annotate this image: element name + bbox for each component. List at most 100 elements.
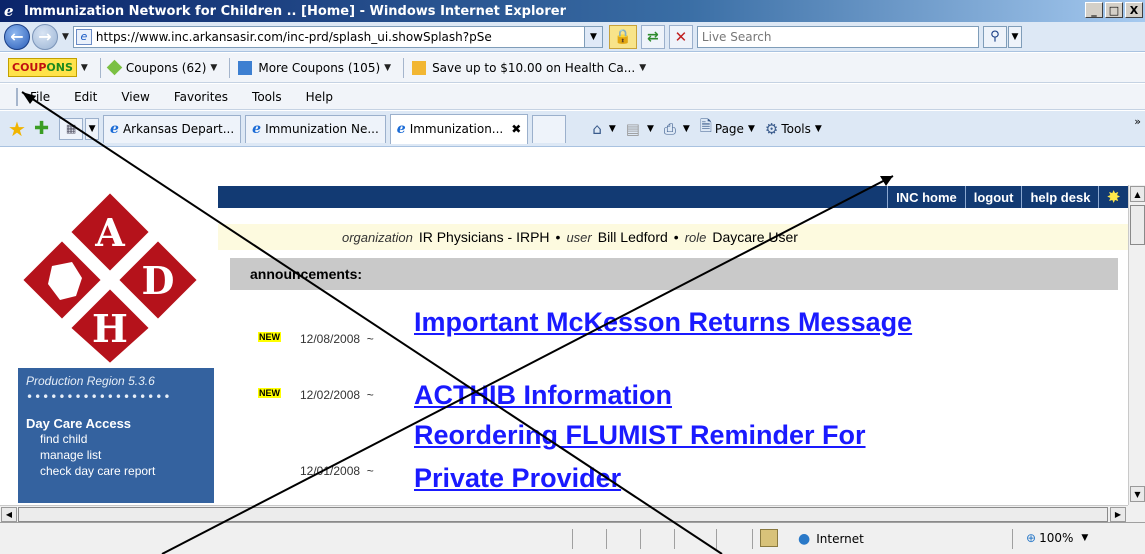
region-label: Production Region 5.3.6 [26,374,155,388]
chevron-down-icon: ▼ [639,62,647,73]
chevron-down-icon: ▼ [80,62,88,73]
address-toolbar: ← → ▼ e https://www.inc.arkansasir.com/i… [0,22,1145,52]
toolbar-separator [99,57,101,78]
zoom-level[interactable]: ⊕ 100% ▼ [1026,531,1088,545]
announcement-link-acthib[interactable]: ACTHIB Information [414,378,672,412]
coupons-button[interactable]: Coupons (62) ▼ [106,59,222,76]
more-coupons-label: More Coupons (105) [258,60,381,75]
tab-list-dropdown-icon[interactable]: ▼ [85,117,100,140]
scroll-left-arrow-icon[interactable]: ◀ [1,507,17,522]
menu-view[interactable]: View [121,90,149,104]
home-icon: ⌂ [592,119,602,138]
user-value: Bill Ledford [597,229,668,245]
organization-label: organization [342,229,413,245]
search-options-dropdown-icon[interactable]: ▼ [1007,25,1022,48]
toolbar-grip[interactable] [16,88,18,106]
adh-logo: A D H [18,188,214,366]
feeds-button[interactable]: ▤ ▼ [626,120,654,138]
tools-menu-button[interactable]: ⚙ Tools ▼ [765,120,822,138]
scroll-down-arrow-icon[interactable]: ▼ [1130,486,1145,502]
tools-menu-label: Tools [781,121,811,136]
protected-mode-icon[interactable] [760,529,778,547]
blue-tag-icon [238,60,253,75]
nav-logout[interactable]: logout [964,186,1022,208]
close-tab-icon[interactable]: ✖ [511,122,521,136]
address-input[interactable]: e https://www.inc.arkansasir.com/inc-prd… [72,25,603,48]
scroll-right-arrow-icon[interactable]: ▶ [1110,507,1126,522]
announcement-link-flumist-line2[interactable]: Private Provider [414,461,621,495]
window-title-bar: e Immunization Network for Children .. [… [0,0,1145,22]
menu-help[interactable]: Help [306,90,333,104]
menu-bar: File Edit View Favorites Tools Help [0,84,1145,110]
tab-arkansas-department[interactable]: e Arkansas Depart... [103,114,242,143]
menu-file[interactable]: File [30,90,50,104]
vertical-scroll-thumb[interactable] [1130,205,1145,245]
coupons-logo-button[interactable]: COUPONS ▼ [8,58,92,77]
announcements-header: announcements: [230,258,1118,290]
zoom-magnifier-icon: ⊕ [1026,531,1037,545]
nav-inc-home[interactable]: INC home [887,186,965,208]
sidebar: Production Region 5.3.6 ••••••••••••••••… [18,368,214,503]
status-divider [716,529,717,549]
yellow-tag-icon [412,60,427,75]
user-info-bar: organization IR Physicians - IRPH • user… [218,224,1128,250]
tab-bar: ★ ✚ ▦ ▼ e Arkansas Depart... e Immunizat… [0,111,1145,147]
forward-button[interactable]: → [32,23,58,50]
home-button[interactable]: ⌂ ▼ [592,120,615,138]
coupons-label: Coupons (62) [125,60,207,75]
stop-button[interactable]: ✕ [668,24,693,49]
favorites-star-icon[interactable]: ★ [8,117,26,141]
add-favorites-icon[interactable]: ✚ [34,118,49,139]
close-button[interactable]: X [1125,2,1143,18]
coupons-toolbar: COUPONS ▼ Coupons (62) ▼ More Coupons (1… [0,53,1145,83]
lightbulb-icon[interactable]: ✸ [1098,186,1128,208]
horizontal-scroll-thumb[interactable] [18,507,1108,522]
tab-immunization-network[interactable]: e Immunization Ne... [245,114,386,143]
search-icon[interactable]: ⚲ [982,25,1007,48]
toolbar-overflow-icon[interactable]: » [1134,115,1141,128]
sidebar-link-find-child[interactable]: find child [40,432,87,446]
tab-immunization-active[interactable]: e Immunization... ✖ [389,113,529,144]
arrowhead-icon [880,176,893,186]
refresh-button[interactable]: ⇄ [640,24,665,49]
quick-tabs-icon[interactable]: ▦ [59,117,84,140]
history-dropdown-icon[interactable]: ▼ [62,32,69,42]
sidebar-section-title: Day Care Access [26,416,132,431]
nav-help-desk[interactable]: help desk [1021,186,1098,208]
security-zone[interactable]: ● Internet [798,531,864,547]
user-label: user [566,229,592,245]
new-badge: NEW [258,332,281,342]
vertical-scrollbar[interactable]: ▲ ▼ [1128,185,1145,505]
health-care-offer-button[interactable]: Save up to $10.00 on Health Ca... ▼ [412,60,650,75]
search-input[interactable]: Live Search [696,25,979,48]
announcement-link-flumist[interactable]: Reordering FLUMIST Reminder For [414,418,866,452]
back-button[interactable]: ← [4,23,30,50]
status-bar: ● Internet ⊕ 100% ▼ [0,522,1145,554]
scrollbar-corner [1128,505,1145,522]
toolbar-separator [229,57,231,78]
horizontal-scrollbar[interactable]: ◀ ▶ [0,505,1128,522]
printer-icon: ⎙ [663,119,676,138]
menu-edit[interactable]: Edit [74,90,97,104]
menu-tools[interactable]: Tools [252,90,282,104]
separator-dot: • [673,229,679,245]
page-menu-button[interactable]: 🗎 Page ▼ [700,116,755,141]
ie-page-icon: e [110,121,119,137]
address-dropdown-icon[interactable]: ▼ [583,26,602,47]
zoom-label: 100% [1039,531,1074,545]
sidebar-link-check-day-care-report[interactable]: check day care report [40,464,155,478]
minimize-button[interactable]: _ [1085,2,1103,18]
scroll-up-arrow-icon[interactable]: ▲ [1130,186,1145,202]
green-tag-icon [106,59,123,76]
print-button[interactable]: ⎙ ▼ [664,120,690,138]
announcement-link-mckesson[interactable]: Important McKesson Returns Message [414,305,912,339]
lock-icon[interactable]: 🔒 [608,24,637,49]
new-tab-button[interactable] [532,114,567,143]
maximize-button[interactable]: □ [1105,2,1123,18]
sidebar-link-manage-list[interactable]: manage list [40,448,101,462]
menu-favorites[interactable]: Favorites [174,90,228,104]
status-divider [674,529,675,549]
zoom-dropdown-icon[interactable]: ▼ [1081,533,1088,543]
address-url[interactable]: https://www.inc.arkansasir.com/inc-prd/s… [96,30,586,44]
more-coupons-button[interactable]: More Coupons (105) ▼ [238,60,395,75]
